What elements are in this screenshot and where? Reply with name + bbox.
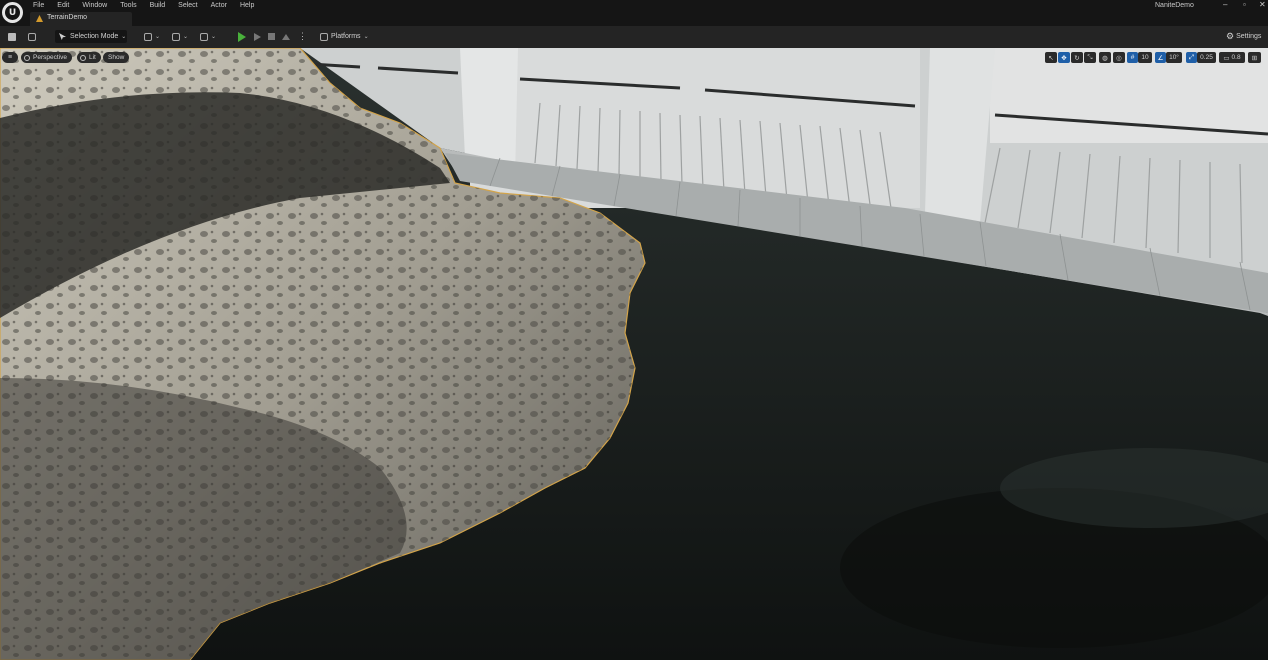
chevron-down-icon: ⌄ [363,34,369,40]
step-icon [254,32,261,41]
camera-speed-button[interactable]: ▭ 0.8 [1219,52,1245,63]
save-button[interactable] [8,30,16,43]
rotate-tool-button[interactable]: ↻ [1071,52,1083,63]
menu-build[interactable]: Build [150,1,166,10]
scale-snap-label: 0.25 [1200,54,1213,61]
layout-button[interactable]: ⊞ [1248,52,1261,63]
viewport-menu-button[interactable]: ≡ [2,52,18,63]
perspective-icon [24,54,30,61]
menu-bar: U File Edit Window Tools Build Select Ac… [0,0,1268,26]
kebab-icon: ⋮ [298,31,307,41]
level-icon [36,15,43,22]
select-tool-button[interactable]: ↖ [1045,52,1057,63]
chevron-down-icon: ⌄ [211,34,217,40]
gear-icon: ⚙ [1226,31,1235,41]
eject-icon [282,33,290,40]
content-icon [28,32,36,41]
main-toolbar: Selection Mode ⌄ ⌄ ⌄ ⌄ ⋮ Platforms ⌄ ⚙ S… [0,26,1268,48]
grid-snap-value[interactable]: 10 [1138,52,1152,63]
cursor-icon: ↖ [1048,54,1054,62]
save-icon [8,32,16,41]
content-browser-button[interactable] [28,30,36,43]
translate-tool-button[interactable]: ✥ [1058,52,1070,63]
chevron-down-icon: ⌄ [183,34,189,40]
stop-icon [268,33,275,40]
play-icon [238,31,246,42]
scale-icon: ⤡ [1087,53,1093,61]
menu-select[interactable]: Select [178,1,197,10]
blueprint-icon [172,32,180,41]
rotation-snap-label: 10° [1169,54,1179,61]
lit-icon [80,54,86,61]
grid-icon: # [1130,54,1135,61]
play-button[interactable] [238,30,246,43]
eject-button[interactable] [282,30,290,43]
viewport-scene [0,48,1268,660]
camera-icon: ▭ [1223,54,1230,62]
perspective-button[interactable]: Perspective [21,52,72,63]
selection-mode-label: Selection Mode [70,33,119,40]
angle-icon: ∠ [1157,54,1164,62]
grid-snap-label: 10 [1141,54,1149,61]
add-actor-button[interactable]: ⌄ [144,30,160,43]
menu-window[interactable]: Window [82,1,107,10]
show-button[interactable]: Show [103,52,130,63]
chevron-down-icon: ⌄ [155,34,161,40]
cinematics-button[interactable]: ⌄ [200,30,216,43]
step-button[interactable] [254,30,261,43]
globe-icon: ◍ [1102,54,1108,62]
project-name: NaniteDemo [1155,2,1194,9]
platforms-icon [320,32,328,41]
more-options-button[interactable]: ⋮ [298,30,307,43]
rotate-icon: ↻ [1074,54,1080,62]
cursor-icon [59,33,66,40]
unreal-logo-icon[interactable]: U [2,2,23,23]
lit-button[interactable]: Lit [77,52,101,63]
menu-edit[interactable]: Edit [57,1,69,10]
move-icon: ✥ [1061,54,1067,62]
settings-button[interactable]: ⚙ Settings [1226,30,1261,43]
settings-label: Settings [1236,33,1262,40]
scale-snap-toggle[interactable]: ⤢ [1186,52,1197,63]
clapper-icon [200,32,208,41]
tab-terraindemo[interactable]: TerrainDemo [30,12,132,26]
surface-snap-button[interactable]: ◎ [1113,52,1125,63]
platforms-dropdown[interactable]: Platforms ⌄ [320,30,369,43]
scale-snap-icon: ⤢ [1188,53,1195,61]
lit-label: Lit [89,54,96,61]
maximize-button[interactable]: ▫ [1243,0,1246,9]
maximize-viewport-icon: ⊞ [1251,54,1258,62]
level-viewport[interactable]: ≡ Perspective Lit Show ↖ ✥ ↻ ⤡ ◍ ◎ # 10 … [0,48,1268,660]
menu-help[interactable]: Help [240,1,254,10]
camera-speed-label: 0.8 [1231,54,1241,61]
scale-tool-button[interactable]: ⤡ [1084,52,1096,63]
tab-label: TerrainDemo [47,14,88,21]
hamburger-icon: ≡ [7,54,13,61]
close-button[interactable]: ✕ [1259,0,1266,9]
add-icon [144,32,152,41]
menu-file[interactable]: File [33,1,44,10]
chevron-down-icon: ⌄ [121,34,127,40]
blueprint-button[interactable]: ⌄ [172,30,188,43]
rotation-snap-toggle[interactable]: ∠ [1155,52,1166,63]
show-label: Show [108,54,125,61]
surface-snap-icon: ◎ [1116,54,1122,62]
grid-snap-toggle[interactable]: # [1127,52,1138,63]
perspective-label: Perspective [33,54,67,61]
world-local-button[interactable]: ◍ [1099,52,1111,63]
rotation-snap-value[interactable]: 10° [1166,52,1182,63]
main-menu: File Edit Window Tools Build Select Acto… [33,1,267,10]
menu-tools[interactable]: Tools [120,1,136,10]
menu-actor[interactable]: Actor [211,1,227,10]
selection-mode-dropdown[interactable]: Selection Mode ⌄ [55,30,127,43]
stop-button[interactable] [268,30,275,43]
scale-snap-value[interactable]: 0.25 [1197,52,1216,63]
minimize-button[interactable]: – [1223,0,1227,9]
platforms-label: Platforms [331,33,361,40]
